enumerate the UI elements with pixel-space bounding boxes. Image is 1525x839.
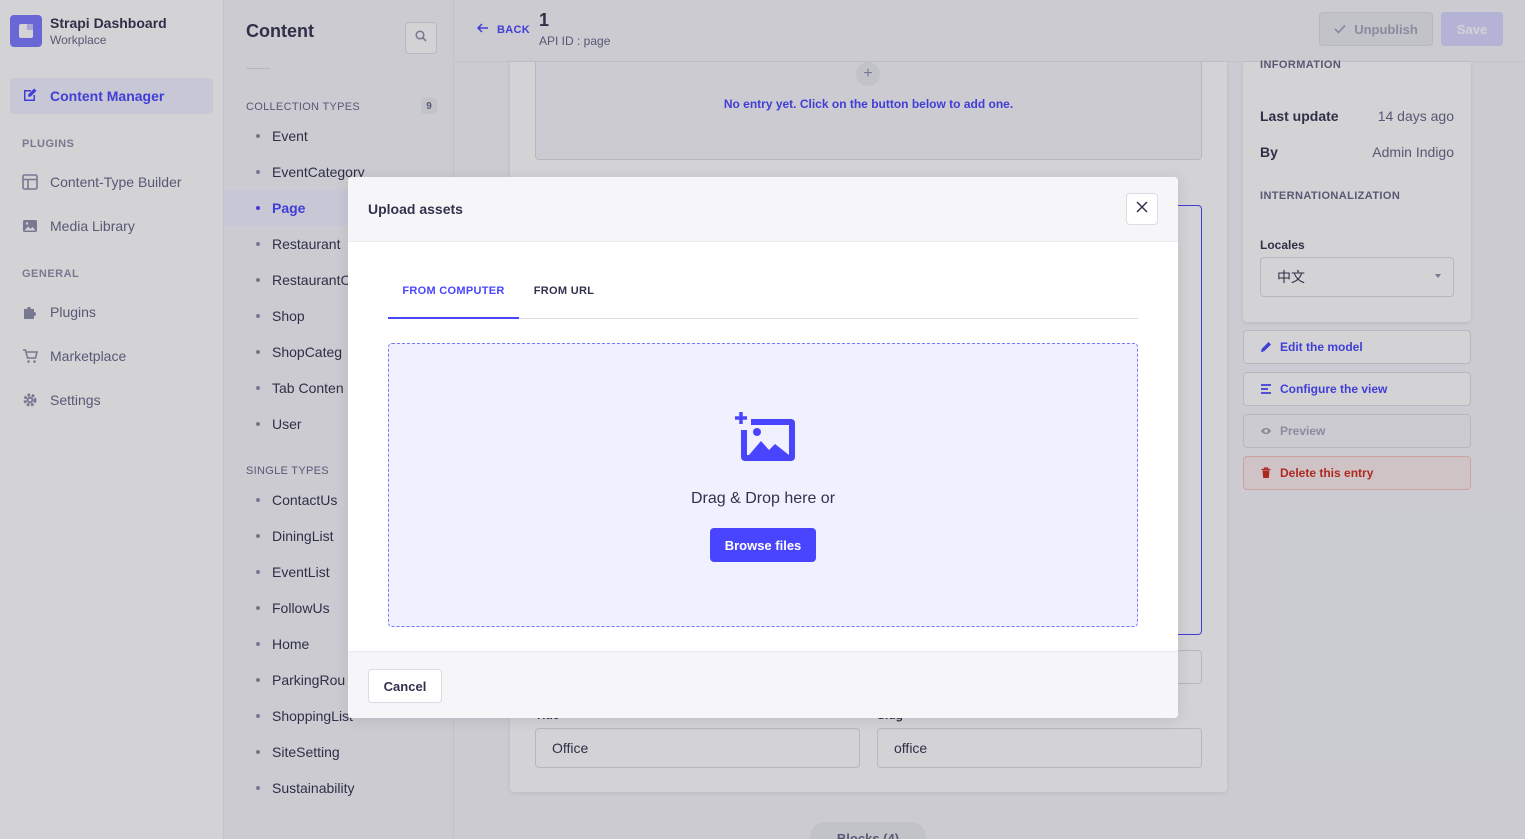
cancel-button[interactable]: Cancel bbox=[368, 669, 442, 703]
drop-instruction: Drag & Drop here or bbox=[690, 490, 836, 507]
browse-files-button[interactable]: Browse files bbox=[710, 528, 816, 562]
tab-from-computer[interactable]: FROM COMPUTER bbox=[388, 275, 519, 319]
upload-source-tabs: FROM COMPUTER FROM URL bbox=[388, 275, 1138, 319]
dialog-footer: Cancel bbox=[348, 651, 1178, 718]
upload-assets-dialog: Upload assets FROM COMPUTER FROM URL Dra… bbox=[348, 177, 1178, 718]
add-image-icon bbox=[733, 410, 797, 466]
file-dropzone[interactable]: Drag & Drop here or Browse files bbox=[388, 343, 1138, 627]
close-icon bbox=[1136, 200, 1148, 218]
dialog-title: Upload assets bbox=[368, 201, 463, 217]
tab-from-url[interactable]: FROM URL bbox=[519, 275, 609, 319]
close-button[interactable] bbox=[1126, 193, 1158, 225]
dialog-header: Upload assets bbox=[348, 177, 1178, 242]
